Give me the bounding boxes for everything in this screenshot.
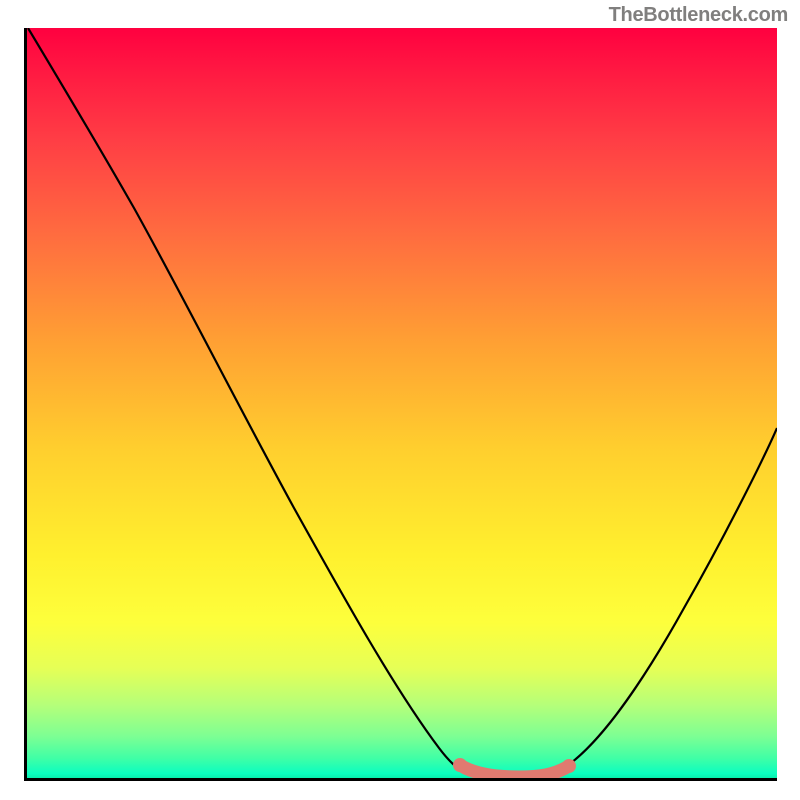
highlight-band bbox=[460, 765, 569, 777]
highlight-dot-right bbox=[562, 759, 576, 773]
highlight-dot-left bbox=[453, 758, 467, 772]
bottleneck-curve bbox=[28, 28, 777, 776]
bottleneck-curve-svg bbox=[24, 28, 777, 781]
chart-container: TheBottleneck.com bbox=[0, 0, 800, 800]
attribution-text: TheBottleneck.com bbox=[609, 4, 788, 27]
plot-area bbox=[24, 28, 777, 781]
